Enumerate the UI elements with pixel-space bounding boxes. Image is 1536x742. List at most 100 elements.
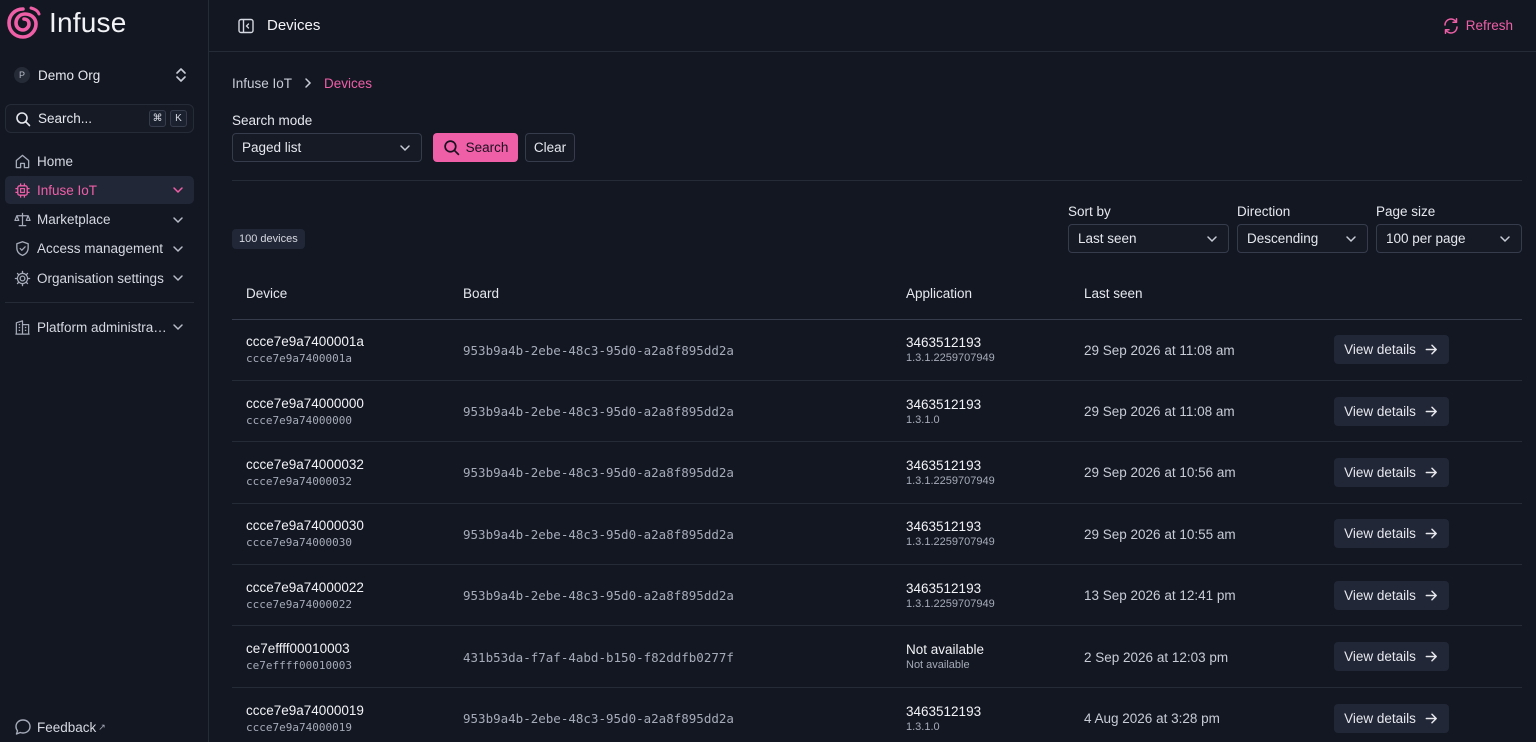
actions-cell: View details (1320, 380, 1522, 443)
last-seen-value: 29 Sep 2026 at 11:08 am (1084, 404, 1235, 420)
last-seen-cell: 13 Sep 2026 at 12:41 pm (1070, 564, 1320, 627)
view-details-button[interactable]: View details (1334, 519, 1449, 549)
application-cell: 3463512193 1.3.1.2259707949 (892, 564, 1070, 627)
search-mode-value: Paged list (242, 140, 302, 155)
table-row: ce7effff00010003 ce7effff00010003 431b53… (232, 625, 1522, 688)
chip-icon (15, 183, 30, 198)
chevron-down-icon (173, 246, 183, 252)
board-cell: 953b9a4b-2ebe-48c3-95d0-a2a8f895dd2a (449, 441, 892, 504)
application-id: 3463512193 (906, 580, 982, 596)
devices-page: Infuse IoT Devices Search mode Paged lis… (209, 52, 1536, 742)
application-id: 3463512193 (906, 703, 982, 719)
application-version: Not available (906, 659, 970, 672)
device-name: ccce7e9a74000030 (246, 518, 364, 534)
application-cell: 3463512193 1.3.1.2259707949 (892, 319, 1070, 381)
main-content: Devices Refresh Infuse IoT Devices Searc… (209, 0, 1536, 742)
sidebar-item-label: Home (37, 153, 74, 169)
last-seen-cell: 4 Aug 2026 at 3:28 pm (1070, 687, 1320, 742)
chevron-down-icon (1500, 235, 1510, 242)
home-icon (15, 154, 30, 168)
brand-logo[interactable]: Infuse (5, 0, 194, 46)
chevron-down-icon (400, 144, 410, 151)
sidebar-item-label: Access management (37, 241, 164, 257)
application-version: 1.3.1.2259707949 (906, 474, 995, 487)
sort-by-select[interactable]: Last seen (1068, 224, 1229, 253)
list-controls: 100 devices Sort by Last seen Direction … (232, 203, 1522, 253)
sidebar-item-label: Organisation settings (37, 270, 164, 286)
page-size-select[interactable]: 100 per page (1376, 224, 1522, 253)
external-link-icon: ↗ (98, 721, 106, 732)
refresh-button[interactable]: Refresh (1442, 17, 1513, 35)
chevron-down-icon (173, 187, 183, 194)
view-details-button[interactable]: View details (1334, 580, 1449, 610)
direction-select[interactable]: Descending (1237, 224, 1368, 253)
device-cell: ccce7e9a74000000 ccce7e9a74000000 (232, 380, 449, 443)
board-id: 953b9a4b-2ebe-48c3-95d0-a2a8f895dd2a (463, 465, 734, 481)
sort-by-control: Sort by Last seen (1068, 204, 1229, 253)
chevron-down-icon (173, 216, 183, 223)
application-cell: 3463512193 1.3.1.0 (892, 687, 1070, 742)
sidebar-item-organisation-settings[interactable]: Organisation settings (5, 264, 194, 292)
column-header-last-seen: Last seen (1070, 268, 1320, 320)
arrow-right-icon (1425, 406, 1437, 417)
chevron-down-icon (1346, 235, 1356, 242)
breadcrumb-infuse-iot[interactable]: Infuse IoT (232, 76, 292, 91)
device-count-badge: 100 devices (232, 229, 305, 249)
feedback-label: Feedback (37, 719, 97, 735)
chevron-up-down-icon (176, 68, 186, 82)
clear-button[interactable]: Clear (525, 133, 575, 162)
device-id: ccce7e9a74000032 (246, 474, 352, 488)
board-id: 953b9a4b-2ebe-48c3-95d0-a2a8f895dd2a (463, 711, 734, 727)
last-seen-cell: 29 Sep 2026 at 11:08 am (1070, 380, 1320, 443)
view-details-button[interactable]: View details (1334, 396, 1449, 426)
chat-bubble-icon (15, 719, 31, 735)
direction-value: Descending (1247, 231, 1319, 246)
breadcrumb-devices[interactable]: Devices (324, 76, 372, 91)
direction-label: Direction (1237, 204, 1291, 219)
org-switcher[interactable]: P Demo Org (5, 58, 194, 92)
application-version: 1.3.1.2259707949 (906, 536, 995, 549)
last-seen-value: 29 Sep 2026 at 10:55 am (1084, 526, 1236, 542)
sidebar-toggle-icon[interactable] (237, 17, 255, 35)
device-cell: ccce7e9a74000019 ccce7e9a74000019 (232, 687, 449, 742)
view-details-button[interactable]: View details (1334, 335, 1449, 365)
column-header-application: Application (892, 268, 1070, 320)
search-button-label: Search (465, 140, 509, 155)
direction-control: Direction Descending (1237, 204, 1368, 253)
sidebar-item-home[interactable]: Home (5, 147, 194, 175)
sidebar-item-marketplace[interactable]: Marketplace (5, 206, 194, 234)
view-details-label: View details (1344, 526, 1416, 542)
last-seen-value: 13 Sep 2026 at 12:41 pm (1084, 588, 1236, 604)
device-id: ccce7e9a74000022 (246, 597, 352, 611)
table-row: ccce7e9a74000022 ccce7e9a74000022 953b9a… (232, 564, 1522, 627)
feedback-link[interactable]: Feedback ↗ (14, 718, 106, 736)
view-details-button[interactable]: View details (1334, 703, 1449, 733)
device-name: ce7effff00010003 (246, 641, 350, 657)
arrow-right-icon (1425, 651, 1437, 662)
search-button[interactable]: Search (433, 133, 518, 162)
top-bar: Devices Refresh (209, 0, 1536, 52)
sidebar-search-button[interactable]: Search... ⌘ K (5, 104, 194, 133)
breadcrumb: Infuse IoT Devices (232, 52, 1522, 114)
view-details-label: View details (1344, 710, 1416, 726)
sidebar-item-label: Infuse IoT (37, 182, 98, 198)
search-mode-select[interactable]: Paged list (232, 133, 422, 162)
sidebar-item-platform-administration[interactable]: Platform administration (5, 313, 194, 341)
application-version: 1.3.1.2259707949 (906, 352, 995, 365)
device-name: ccce7e9a74000000 (246, 395, 364, 411)
table-row: ccce7e9a74000019 ccce7e9a74000019 953b9a… (232, 687, 1522, 742)
application-cell: 3463512193 1.3.1.2259707949 (892, 441, 1070, 504)
sidebar-item-infuse-iot[interactable]: Infuse IoT (5, 176, 194, 205)
application-id: 3463512193 (906, 519, 982, 535)
view-details-button[interactable]: View details (1334, 457, 1449, 487)
column-header-actions (1320, 268, 1522, 320)
view-details-label: View details (1344, 587, 1416, 603)
table-row: ccce7e9a74000030 ccce7e9a74000030 953b9a… (232, 503, 1522, 566)
last-seen-value: 2 Sep 2026 at 12:03 pm (1084, 649, 1229, 665)
search-mode-row: Paged list Search Clear (232, 133, 1522, 162)
device-cell: ccce7e9a7400001a ccce7e9a7400001a (232, 319, 449, 381)
sidebar-item-access-management[interactable]: Access management (5, 235, 194, 263)
view-details-label: View details (1344, 342, 1416, 358)
view-details-button[interactable]: View details (1334, 642, 1449, 672)
device-cell: ccce7e9a74000030 ccce7e9a74000030 (232, 503, 449, 566)
